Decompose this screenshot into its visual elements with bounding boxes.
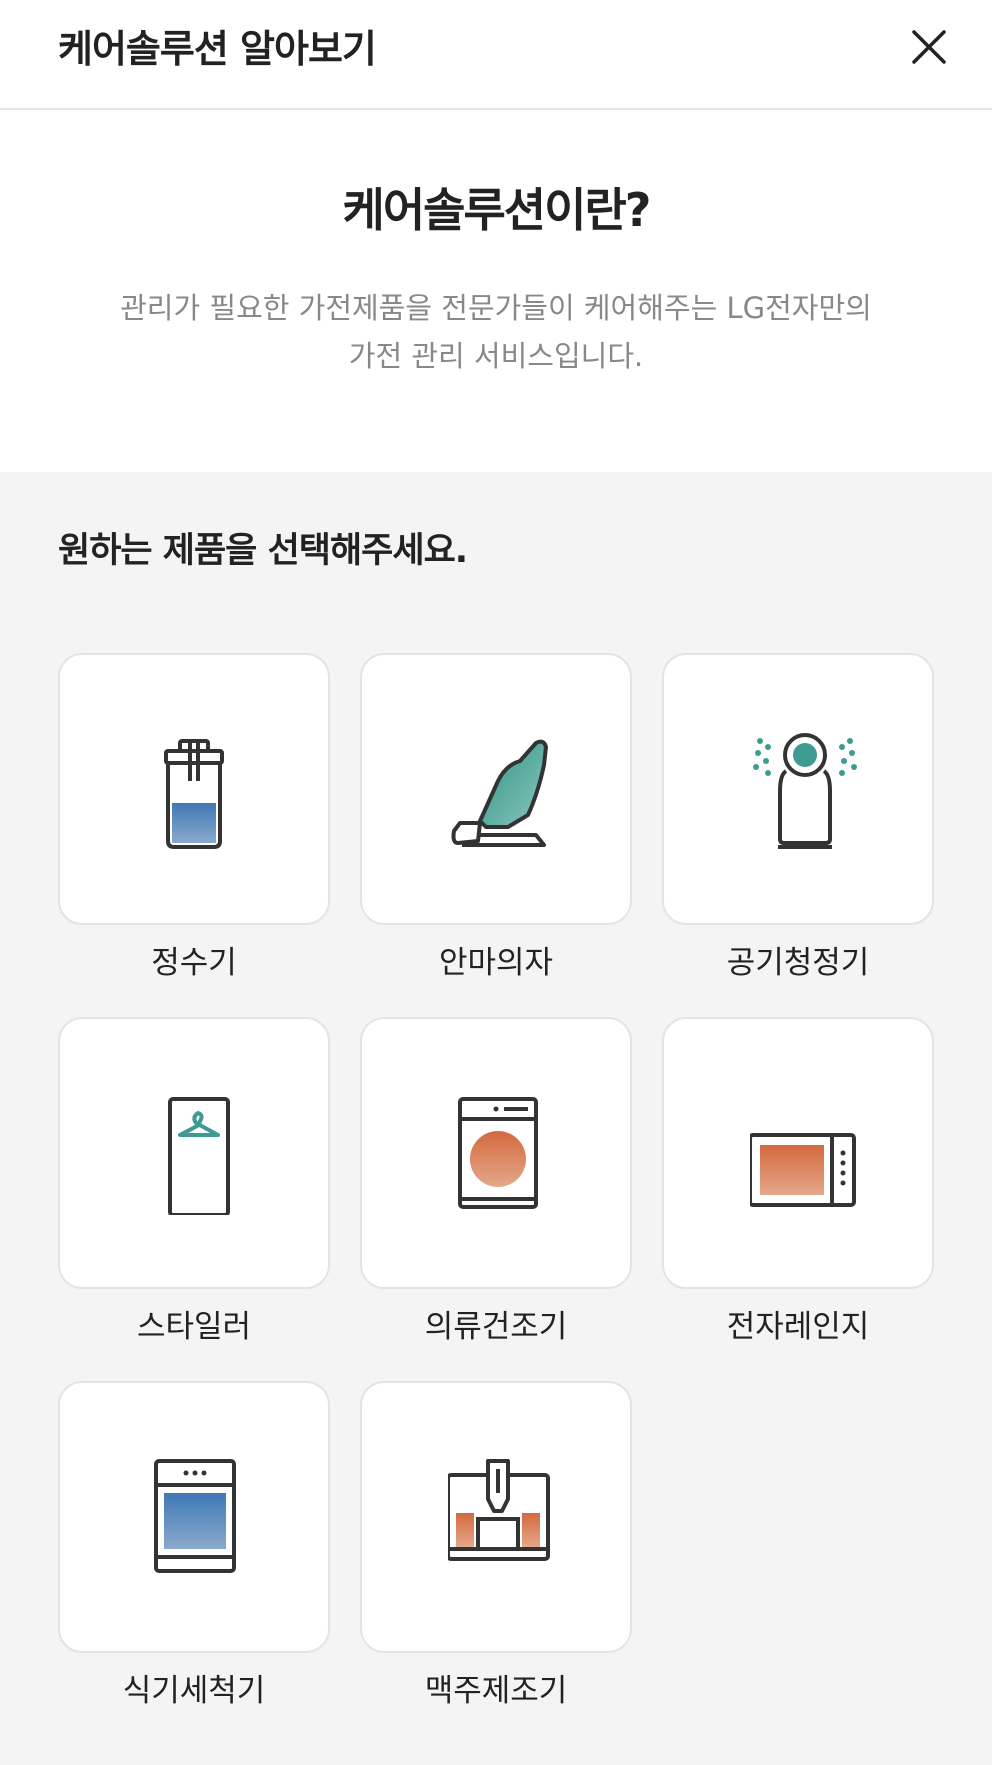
beer-maker-icon <box>448 1459 550 1561</box>
close-icon <box>912 30 946 64</box>
product-label-beer-maker: 맥주제조기 <box>424 1673 568 1709</box>
intro-section: 케어솔루션이란? 관리가 필요한 가전제품을 전문가들이 케어해주는 LG전자만… <box>0 110 992 472</box>
select-product-title: 원하는 제품을 선택해주세요. <box>58 531 468 571</box>
intro-title: 케어솔루션이란? <box>342 183 652 237</box>
header: 케어솔루션 알아보기 <box>0 0 992 110</box>
water-purifier-icon <box>164 739 224 849</box>
product-card-styler[interactable] <box>58 1017 330 1289</box>
product-card-clothes-dryer[interactable] <box>360 1017 632 1289</box>
intro-description: 관리가 필요한 가전제품을 전문가들이 케어해주는 LG전자만의 가전 관리 서… <box>60 284 932 380</box>
close-button[interactable] <box>900 18 958 76</box>
product-card-air-purifier[interactable] <box>662 653 934 925</box>
product-label-styler: 스타일러 <box>136 1309 252 1345</box>
clothes-dryer-icon <box>458 1097 538 1209</box>
product-label-clothes-dryer: 의류건조기 <box>424 1309 568 1345</box>
product-label-water-purifier: 정수기 <box>151 945 237 981</box>
styler-icon <box>168 1097 230 1215</box>
product-card-massage-chair[interactable] <box>360 653 632 925</box>
product-card-microwave[interactable] <box>662 1017 934 1289</box>
product-card-water-purifier[interactable] <box>58 653 330 925</box>
page-title: 케어솔루션 알아보기 <box>58 27 377 71</box>
intro-desc-line2: 가전 관리 서비스입니다. <box>348 339 644 373</box>
product-label-air-purifier: 공기청정기 <box>726 945 870 981</box>
dishwasher-icon <box>154 1459 236 1573</box>
product-label-microwave: 전자레인지 <box>726 1309 870 1345</box>
intro-desc-line1: 관리가 필요한 가전제품을 전문가들이 케어해주는 LG전자만의 <box>120 291 872 325</box>
microwave-icon <box>750 1133 856 1207</box>
product-card-dishwasher[interactable] <box>58 1381 330 1653</box>
product-label-dishwasher: 식기세척기 <box>122 1673 266 1709</box>
product-label-massage-chair: 안마의자 <box>438 945 554 981</box>
massage-chair-icon <box>451 739 548 847</box>
product-card-beer-maker[interactable] <box>360 1381 632 1653</box>
air-purifier-icon <box>753 733 857 849</box>
